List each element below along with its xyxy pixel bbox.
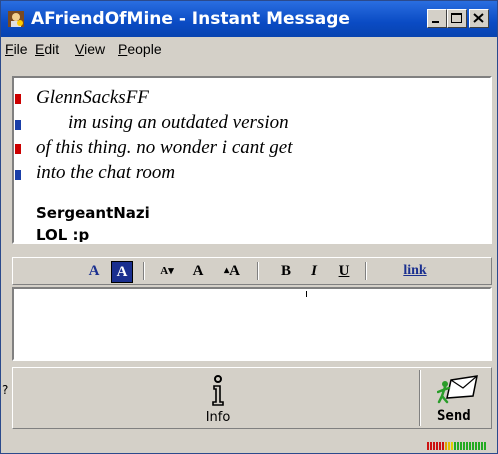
meter-segment xyxy=(463,442,465,450)
minimize-button[interactable] xyxy=(427,9,447,28)
larger-font-label: A xyxy=(229,263,240,279)
menu-people[interactable]: People xyxy=(118,41,162,57)
underline-button[interactable]: U xyxy=(335,261,353,281)
text-artifact xyxy=(15,120,21,130)
send-button[interactable]: Send xyxy=(429,370,489,426)
meter-segment xyxy=(433,442,435,450)
italic-button[interactable]: I xyxy=(305,261,323,281)
meter-segment xyxy=(442,442,444,450)
text-artifact xyxy=(15,170,21,180)
menu-view-accel: V xyxy=(75,41,85,57)
meter-segment xyxy=(466,442,468,450)
meter-segment xyxy=(454,442,456,450)
toolbar-separator xyxy=(257,262,259,280)
meter-segment xyxy=(439,442,441,450)
smaller-font-button[interactable]: A▾ xyxy=(155,261,179,281)
meter-segment xyxy=(436,442,438,450)
buddy-icon xyxy=(8,11,24,27)
warning-level-meter xyxy=(427,435,491,450)
edge-glyph: ? xyxy=(2,383,9,397)
send-label: Send xyxy=(437,408,471,424)
conversation-pane[interactable]: GlennSacksFF im using an outdated versio… xyxy=(12,76,492,244)
menu-view-label: iew xyxy=(84,41,106,57)
info-label: Info xyxy=(205,410,231,425)
menu-view[interactable]: View xyxy=(75,41,105,57)
window-controls xyxy=(427,9,489,28)
text-cursor xyxy=(306,291,307,297)
close-button[interactable] xyxy=(469,9,489,28)
im-window: AFriendOfMine - Instant Message File Edi… xyxy=(0,0,498,454)
menu-file-label: ile xyxy=(13,41,28,57)
message-input[interactable] xyxy=(12,287,492,361)
info-icon xyxy=(212,375,224,406)
message-text: LOL :p xyxy=(36,226,90,244)
maximize-icon xyxy=(451,13,462,23)
text-color-button[interactable]: A xyxy=(85,261,103,281)
message-block: GlennSacksFF im using an outdated versio… xyxy=(36,85,293,185)
meter-segment xyxy=(460,442,462,450)
arrow-down-icon: ▾ xyxy=(168,265,174,277)
menu-edit-label: dit xyxy=(44,41,60,57)
insert-link-button[interactable]: link xyxy=(399,261,431,281)
larger-font-button[interactable]: ▴A xyxy=(219,261,245,281)
action-bar: Info Send xyxy=(12,367,492,429)
meter-segment xyxy=(427,442,429,450)
send-icon xyxy=(437,375,478,404)
menu-file-accel: F xyxy=(5,41,14,57)
message-line: into the chat room xyxy=(36,162,176,183)
toolbar-separator xyxy=(419,370,421,426)
window-title: AFriendOfMine - Instant Message xyxy=(31,9,350,29)
toolbar-separator xyxy=(143,262,145,280)
message-line: of this thing. no wonder i cant get xyxy=(36,137,293,158)
sender-name: GlennSacksFF xyxy=(36,87,149,108)
bold-button[interactable]: B xyxy=(277,261,295,281)
smaller-font-label: A xyxy=(160,265,169,277)
meter-segment xyxy=(475,442,477,450)
menu-edit[interactable]: Edit xyxy=(35,41,59,57)
background-color-button[interactable]: A xyxy=(111,261,133,283)
meter-segment xyxy=(457,442,459,450)
message-line: im using an outdated version xyxy=(68,112,289,133)
menu-file[interactable]: File xyxy=(5,41,28,57)
meter-segment xyxy=(430,442,432,450)
text-artifact xyxy=(15,144,21,154)
meter-segment xyxy=(478,442,480,450)
meter-segment xyxy=(484,442,486,450)
sender-name: SergeantNazi xyxy=(36,204,150,222)
normal-font-button[interactable]: A xyxy=(189,261,207,281)
meter-segment xyxy=(445,442,447,450)
meter-segment xyxy=(448,442,450,450)
toolbar-separator xyxy=(365,262,367,280)
format-toolbar: A A A▾ A ▴A B I U link xyxy=(12,257,492,285)
meter-segment xyxy=(451,442,453,450)
meter-segment xyxy=(469,442,471,450)
close-icon xyxy=(473,13,484,23)
menu-edit-accel: E xyxy=(35,41,45,57)
meter-segment xyxy=(472,442,474,450)
title-bar[interactable]: AFriendOfMine - Instant Message xyxy=(1,1,497,37)
meter-segment xyxy=(481,442,483,450)
text-artifact xyxy=(15,94,21,104)
menu-people-accel: P xyxy=(118,41,128,57)
info-button[interactable]: Info xyxy=(193,372,243,425)
menu-bar: File Edit View People xyxy=(1,37,497,61)
maximize-button[interactable] xyxy=(447,9,467,28)
menu-people-label: eople xyxy=(127,41,162,57)
minimize-icon xyxy=(432,21,439,23)
